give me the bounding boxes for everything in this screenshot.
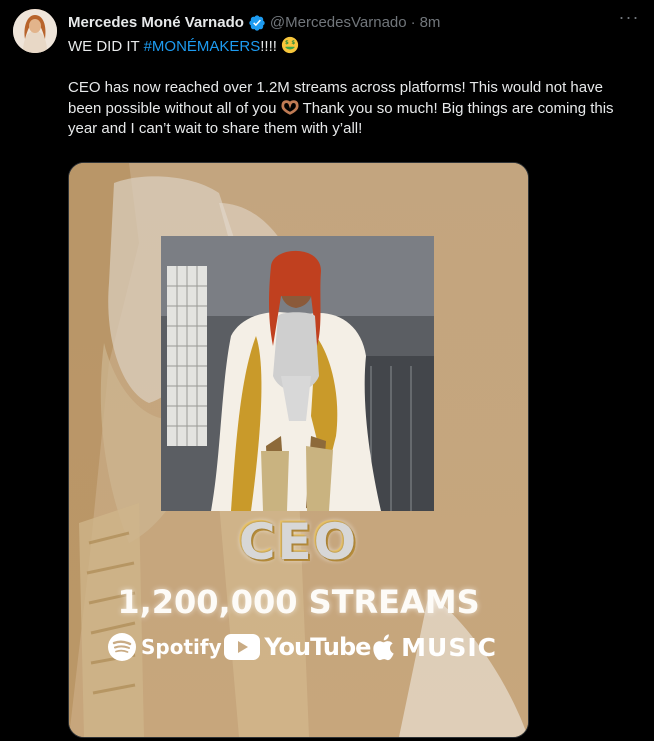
timestamp[interactable]: 8m (420, 13, 441, 33)
tweet-header: Mercedes Moné Varnado @MercedesVarnado ·… (68, 12, 614, 34)
youtube-label: YouTube (264, 633, 371, 661)
platform-spotify: Spotify (107, 632, 222, 662)
money-mouth-emoji-icon: $ $ (282, 36, 299, 54)
album-cover-photo (161, 236, 434, 511)
verified-badge-icon[interactable] (248, 14, 266, 32)
apple-music-label: MUSIC (401, 632, 497, 662)
apple-icon (373, 634, 394, 661)
album-title: CEO (238, 513, 359, 571)
line1-suffix: !!!! (260, 38, 277, 55)
line1-prefix: WE DID IT (68, 38, 144, 55)
more-options-icon[interactable]: ··· (618, 8, 640, 32)
svg-text:$: $ (285, 40, 289, 46)
tweet-paragraph: CEO has now reached over 1.2M streams ac… (68, 78, 638, 139)
author-name[interactable]: Mercedes Moné Varnado (68, 13, 244, 33)
spotify-label: Spotify (141, 635, 222, 659)
heart-hands-emoji-icon (281, 100, 299, 115)
platform-logos: Spotify YouTube MUSIC (107, 627, 497, 667)
tweet-text: WE DID IT #MONÉMAKERS!!!! $ $ CEO has now… (68, 36, 643, 139)
platform-apple-music: MUSIC (373, 633, 497, 662)
youtube-icon (224, 634, 261, 660)
avatar[interactable] (13, 9, 57, 53)
svg-text:$: $ (291, 40, 295, 46)
hashtag-link[interactable]: #MONÉMAKERS (144, 38, 261, 55)
performer-photo (161, 236, 434, 511)
spotify-icon (108, 633, 136, 661)
tweet-media-image[interactable]: CEO 1,200,000 STREAMS Spotify YouTube MU… (68, 162, 529, 738)
author-handle[interactable]: @MercedesVarnado (270, 13, 407, 33)
tweet-line-1: WE DID IT #MONÉMAKERS!!!! $ $ (68, 36, 643, 57)
streams-count: 1,200,000 STREAMS (117, 583, 480, 621)
separator-dot: · (410, 14, 416, 31)
platform-youtube: YouTube (224, 633, 371, 661)
avatar-image (13, 9, 57, 53)
